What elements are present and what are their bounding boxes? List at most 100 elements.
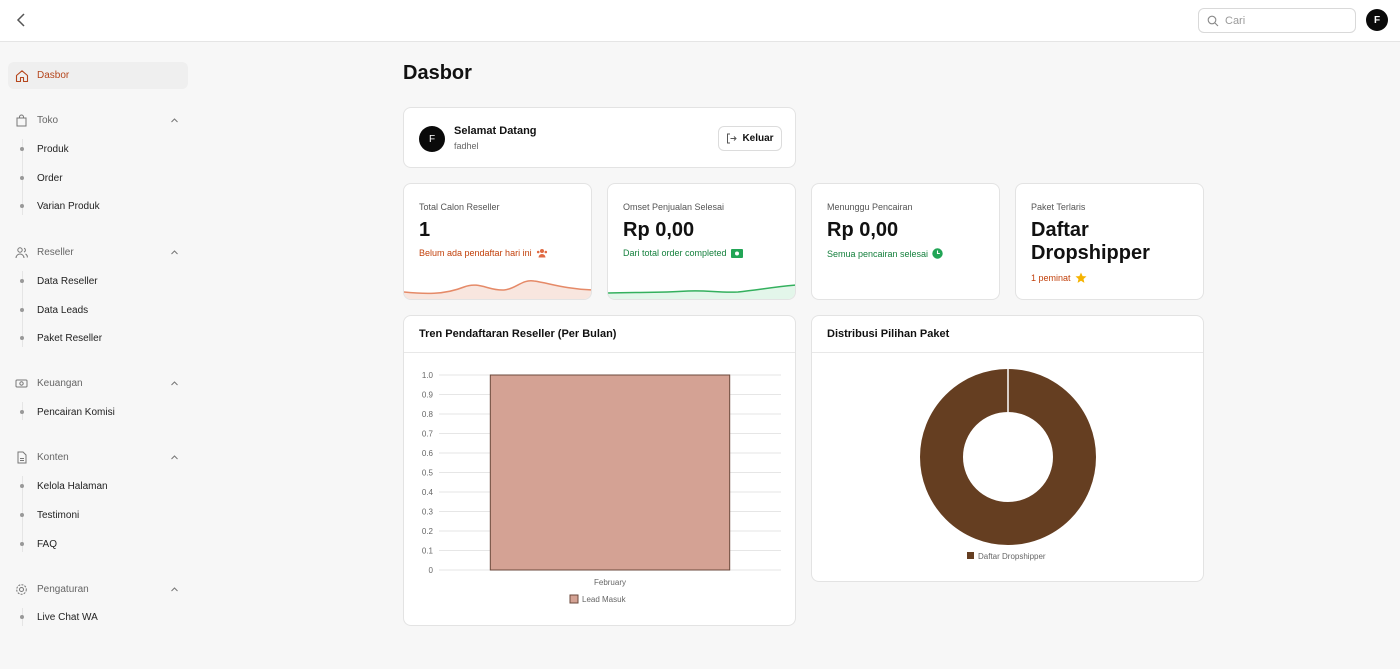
panel-title: Tren Pendaftaran Reseller (Per Bulan) [404, 316, 795, 353]
bullet [20, 147, 24, 151]
sidebar-section-keuangan[interactable]: Keuangan [15, 375, 185, 391]
welcome-card: F Selamat Datang fadhel Keluar [403, 107, 796, 168]
donut-chart: Daftar Dropshipper [920, 369, 1096, 561]
sidebar-item-produk[interactable]: Produk [20, 142, 69, 156]
sidebar-item-dasbor[interactable]: Dasbor [8, 62, 188, 89]
search-input[interactable] [1225, 14, 1345, 27]
stat-value: 1 [419, 219, 431, 241]
back-button[interactable] [12, 10, 32, 30]
stat-note-text: Dari total order completed [623, 248, 727, 258]
bullet [20, 484, 24, 488]
sidebar-item-data-leads[interactable]: Data Leads [20, 303, 88, 317]
stat-note: Dari total order completed [623, 248, 743, 258]
sidebar-item-label: Dasbor [37, 70, 70, 81]
stat-label: Total Calon Reseller [419, 202, 500, 212]
stat-label: Menunggu Pencairan [827, 202, 913, 212]
sidebar-item-label: Data Leads [37, 304, 89, 316]
bullet [20, 336, 24, 340]
bullet [20, 279, 24, 283]
y-tick-label: 0.5 [422, 469, 434, 478]
banknote-icon [15, 379, 28, 387]
legend-label: Lead Masuk [582, 595, 627, 604]
stat-note-text: Belum ada pendaftar hari ini [419, 248, 532, 258]
sidebar-item-kelola-halaman[interactable]: Kelola Halaman [20, 479, 108, 493]
sidebar-item-label: Kelola Halaman [37, 480, 108, 492]
stat-card-total-calon-reseller: Total Calon Reseller 1 Belum ada pendaft… [403, 183, 592, 300]
y-tick-label: 0.3 [422, 508, 434, 517]
star-icon [1075, 272, 1087, 283]
stat-card-menunggu-pencairan: Menunggu Pencairan Rp 0,00 Semua pencair… [811, 183, 1000, 300]
user-avatar[interactable]: F [1366, 9, 1388, 31]
stat-note-text: 1 peminat [1031, 273, 1071, 283]
stat-card-paket-terlaris: Paket Terlaris Daftar Dropshipper 1 pemi… [1015, 183, 1204, 300]
y-tick-label: 0.7 [422, 430, 434, 439]
stat-value: Daftar Dropshipper [1031, 219, 1150, 264]
y-tick-label: 0.6 [422, 449, 434, 458]
section-label: Toko [37, 114, 59, 126]
bullet [20, 176, 24, 180]
sidebar: Dasbor Toko Produk Order Varian Produk R… [0, 42, 200, 669]
bullet [20, 542, 24, 546]
sidebar-item-faq[interactable]: FAQ [20, 537, 57, 551]
money-icon [730, 248, 743, 258]
y-tick-label: 0.9 [422, 391, 434, 400]
bag-icon [16, 114, 27, 126]
legend-label: Daftar Dropshipper [978, 552, 1046, 561]
sidebar-item-paket-reseller[interactable]: Paket Reseller [20, 331, 102, 345]
sidebar-item-label: Testimoni [37, 509, 80, 521]
sidebar-item-label: Order [37, 172, 63, 184]
sidebar-item-varian-produk[interactable]: Varian Produk [20, 199, 100, 213]
top-bar: F [0, 0, 1400, 42]
bullet [20, 308, 24, 312]
avatar: F [419, 126, 445, 152]
sidebar-item-live-chat-wa[interactable]: Live Chat WA [20, 610, 98, 624]
sidebar-item-pencairan-komisi[interactable]: Pencairan Komisi [20, 405, 115, 419]
section-label: Pengaturan [37, 583, 89, 595]
section-label: Konten [37, 451, 69, 463]
stat-value: Rp 0,00 [623, 219, 695, 241]
chevron-up-icon [171, 455, 178, 460]
sidebar-item-label: Live Chat WA [37, 611, 98, 623]
sparkline [404, 280, 591, 299]
search-icon [1207, 15, 1219, 26]
sidebar-item-label: Pencairan Komisi [37, 406, 115, 418]
trend-chart-panel: Tren Pendaftaran Reseller (Per Bulan) 0 0… [403, 315, 796, 626]
bar [489, 374, 731, 571]
legend-swatch [569, 594, 579, 604]
section-label: Reseller [37, 246, 74, 258]
bullet [20, 204, 24, 208]
home-icon [15, 69, 29, 82]
sidebar-section-pengaturan[interactable]: Pengaturan [15, 581, 185, 597]
bullet [20, 615, 24, 619]
sidebar-item-label: Varian Produk [37, 200, 100, 212]
stat-note: 1 peminat [1031, 272, 1087, 284]
distribution-chart-panel: Distribusi Pilihan Paket Daftar Dropship… [811, 315, 1204, 582]
y-tick-label: 0.2 [422, 527, 434, 536]
sidebar-item-order[interactable]: Order [20, 171, 63, 185]
chevron-up-icon [171, 118, 178, 123]
stat-note-text: Semua pencairan selesai [827, 248, 929, 259]
sidebar-section-toko[interactable]: Toko [15, 112, 185, 128]
welcome-greeting: Selamat Datang [454, 125, 537, 137]
file-icon [17, 451, 27, 463]
sidebar-section-reseller[interactable]: Reseller [15, 244, 185, 260]
x-tick-label: February [594, 578, 626, 587]
chevron-left-icon [16, 13, 25, 27]
logout-button[interactable]: Keluar [718, 126, 782, 151]
logout-icon [727, 133, 738, 144]
chevron-up-icon [171, 381, 178, 386]
y-tick-label: 0.8 [422, 410, 434, 419]
section-label: Keuangan [37, 377, 83, 389]
bullet [20, 513, 24, 517]
sidebar-section-konten[interactable]: Konten [15, 449, 185, 465]
chevron-up-icon [171, 587, 178, 592]
welcome-username: fadhel [454, 141, 479, 151]
users-icon [15, 246, 28, 258]
sidebar-item-testimoni[interactable]: Testimoni [20, 508, 79, 522]
stat-card-omset-penjualan: Omset Penjualan Selesai Rp 0,00 Dari tot… [607, 183, 796, 300]
stat-value: Rp 0,00 [827, 219, 899, 241]
y-tick-label: 0 [429, 566, 434, 575]
check-circle-icon [932, 248, 943, 259]
sidebar-item-data-reseller[interactable]: Data Reseller [20, 274, 98, 288]
search-box[interactable] [1198, 8, 1356, 33]
